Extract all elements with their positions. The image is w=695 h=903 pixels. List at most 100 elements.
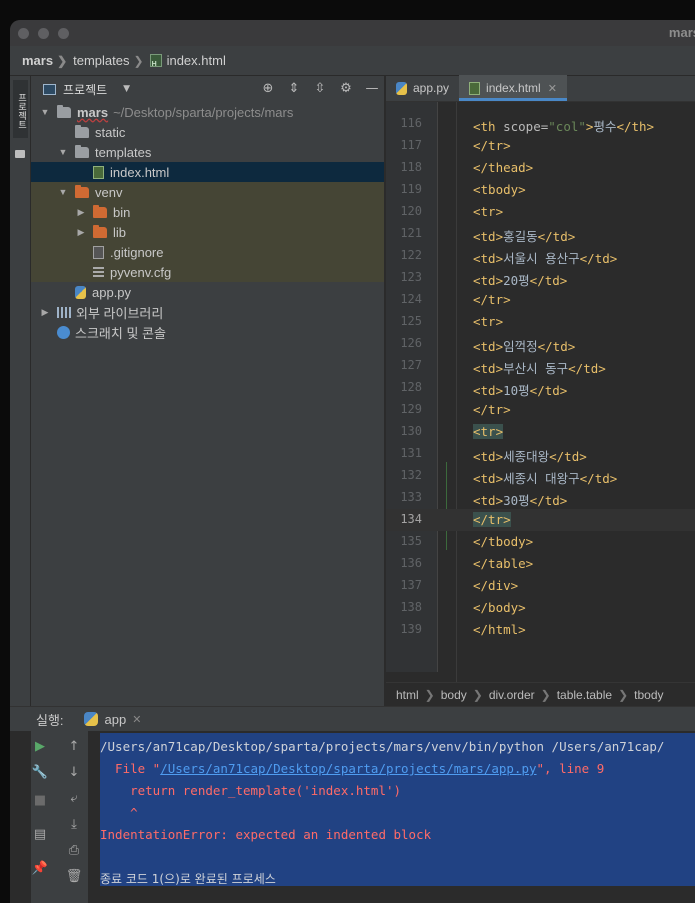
tree-item[interactable]: 스크래치 및 콘솔: [31, 322, 384, 342]
project-tool-tab[interactable]: 프로젝트: [13, 80, 28, 138]
expand-all-icon[interactable]: ⇕: [286, 81, 302, 96]
editor-tab[interactable]: app.py: [386, 75, 459, 101]
code-token: </td>: [529, 383, 568, 398]
structure-crumb[interactable]: body: [441, 688, 467, 702]
tree-item[interactable]: ▼ mars ~/Desktop/sparta/projects/mars: [31, 102, 384, 122]
tree-item[interactable]: app.py: [31, 282, 384, 302]
folder-icon[interactable]: [15, 150, 25, 158]
code-text: </tr>: [473, 138, 511, 153]
excluded-folder-icon: [75, 184, 89, 198]
caret-down-icon[interactable]: ▼: [123, 84, 130, 94]
tree-item[interactable]: .gitignore: [31, 242, 384, 262]
traceback-suffix: ", line 9: [536, 761, 605, 776]
line-number: 138: [400, 600, 422, 614]
tree-item[interactable]: ▶ 외부 라이브러리: [31, 302, 384, 322]
close-icon[interactable]: ✕: [132, 713, 141, 726]
folder-icon: [75, 124, 89, 138]
close-window-button[interactable]: [18, 28, 29, 39]
window-title: mars: [668, 25, 695, 40]
structure-crumb[interactable]: html: [396, 688, 419, 702]
minimize-window-button[interactable]: [38, 28, 49, 39]
breadcrumb-item-folder[interactable]: templates ❯: [73, 53, 149, 68]
project-view-label[interactable]: 프로젝트: [63, 81, 107, 98]
tree-item[interactable]: pyvenv.cfg: [31, 262, 384, 282]
wrench-icon[interactable]: 🔧: [31, 765, 49, 780]
collapse-all-icon[interactable]: ⇳: [312, 81, 328, 96]
line-number: 120: [400, 204, 422, 218]
scroll-to-end-icon[interactable]: ⤓: [65, 817, 83, 832]
tree-item[interactable]: ▶ bin: [31, 202, 384, 222]
code-line: 122 <td>서울시 용산구</td>: [386, 245, 695, 267]
chevron-down-icon[interactable]: ▼: [57, 147, 69, 157]
tree-item[interactable]: static: [31, 122, 384, 142]
tree-item-path: ~/Desktop/sparta/projects/mars: [113, 104, 294, 120]
soft-wrap-icon[interactable]: ⤶: [65, 791, 83, 806]
console-output[interactable]: /Users/an71cap/Desktop/sparta/projects/m…: [100, 733, 695, 886]
tree-item[interactable]: ▶ lib: [31, 222, 384, 242]
code-token: <td>: [473, 471, 504, 486]
tree-item-label: templates: [95, 144, 152, 160]
tree-item-label: lib: [113, 224, 127, 240]
code-text: </thead>: [473, 160, 533, 175]
code-token: <td>: [473, 449, 504, 464]
code-text: </html>: [473, 622, 526, 637]
chevron-right-icon[interactable]: ▶: [75, 207, 87, 218]
breadcrumb-item-project[interactable]: mars ❯: [22, 53, 73, 68]
arrow-up-icon[interactable]: ↑: [65, 739, 83, 754]
console-exit-line: 종료 코드 1(으)로 완료된 프로세스: [100, 872, 276, 886]
close-icon[interactable]: ✕: [548, 82, 557, 95]
chevron-right-icon[interactable]: ▶: [39, 307, 51, 318]
code-token: <td>: [473, 273, 504, 288]
console-error-line: IndentationError: expected an indented b…: [100, 827, 432, 842]
breadcrumb-item-file[interactable]: index.html: [149, 53, 226, 68]
trash-icon[interactable]: 🗑: [65, 869, 83, 884]
code-token: 10평: [503, 383, 530, 398]
traceback-file-link[interactable]: /Users/an71cap/Desktop/sparta/projects/m…: [160, 761, 536, 776]
line-number: 117: [400, 138, 422, 152]
code-area[interactable]: 116 <th scope="col">평수</th> 117 </tr> 118 </t…: [386, 113, 695, 641]
stop-icon[interactable]: ■: [31, 793, 49, 808]
code-line: 128 <td>10평</td>: [386, 377, 695, 399]
run-tab-app[interactable]: app ✕: [78, 712, 148, 727]
locate-icon[interactable]: ⊕: [260, 81, 276, 96]
tree-item[interactable]: ▼ venv: [31, 182, 384, 202]
structure-crumb[interactable]: tbody: [634, 688, 663, 702]
chevron-right-icon[interactable]: ▶: [75, 227, 87, 238]
tree-item[interactable]: index.html: [31, 162, 384, 182]
code-line: 125 <tr>: [386, 311, 695, 333]
project-toolbar-actions: ⊕ ⇕ ⇳ ⚙ —: [260, 81, 380, 96]
arrow-down-icon[interactable]: ↓: [65, 765, 83, 780]
print-icon[interactable]: ⎙: [65, 843, 83, 858]
layout-icon[interactable]: ▤: [31, 827, 49, 842]
line-number: 128: [400, 380, 422, 394]
code-token: </td>: [529, 493, 568, 508]
structure-crumb[interactable]: div.order: [489, 688, 535, 702]
python-icon: [83, 712, 98, 726]
chevron-down-icon[interactable]: ▼: [57, 187, 69, 197]
tree-item-label: bin: [113, 204, 131, 220]
pin-icon[interactable]: 📌: [31, 861, 49, 876]
code-line: 133 <td>30평</td>: [386, 487, 695, 509]
structure-breadcrumb: html ❯ body ❯ div.order ❯ table.table ❯ tbody: [386, 682, 695, 706]
console-traceback-file: File "/Users/an71cap/Desktop/sparta/proj…: [100, 758, 695, 780]
code-text: <tr>: [473, 314, 503, 329]
breadcrumb-label: templates: [73, 53, 130, 68]
code-line: 120 <tr>: [386, 201, 695, 223]
structure-crumb[interactable]: table.table: [557, 688, 612, 702]
breadcrumb-label: mars: [22, 53, 54, 68]
chevron-down-icon[interactable]: ▼: [39, 107, 51, 117]
line-number: 119: [400, 182, 422, 196]
code-text: <tr>: [473, 424, 504, 439]
breadcrumb-label: index.html: [166, 53, 226, 68]
line-number: 125: [400, 314, 422, 328]
play-icon[interactable]: ▶: [31, 739, 49, 754]
line-number: 139: [400, 622, 422, 636]
hide-panel-icon[interactable]: —: [364, 81, 380, 96]
code-text: <tr>: [473, 204, 503, 219]
code-text: <td>10평</td>: [473, 380, 567, 399]
gear-icon[interactable]: ⚙: [338, 81, 354, 96]
line-number: 127: [400, 358, 422, 372]
editor-tab[interactable]: index.html ✕: [459, 75, 567, 101]
tree-item[interactable]: ▼ templates: [31, 142, 384, 162]
zoom-window-button[interactable]: [58, 28, 69, 39]
